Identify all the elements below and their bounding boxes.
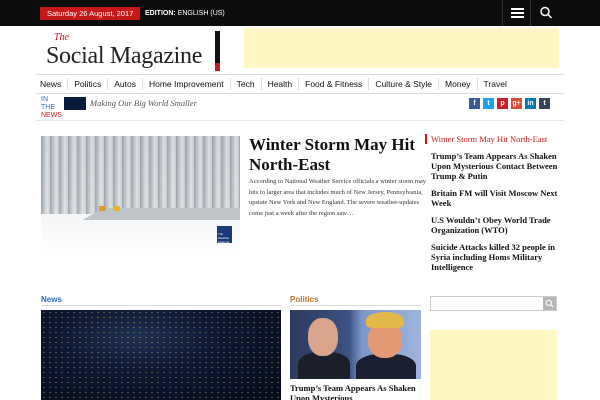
search-input[interactable] xyxy=(431,297,543,310)
divider xyxy=(36,120,564,121)
hamburger-menu-icon-bar xyxy=(511,12,524,14)
nav-item-culture-style[interactable]: Culture & Style xyxy=(369,78,440,90)
logo-name: Social Magazine xyxy=(46,43,203,69)
featured-image-trees xyxy=(41,136,240,214)
side-headline-item[interactable]: Britain FM will Visit Moscow Next Week xyxy=(431,188,561,208)
weather-channel-logo: The Weather Channel xyxy=(217,226,232,244)
edition-value: ENGLISH (US) xyxy=(177,10,225,17)
featured-excerpt: According to National Weather Service of… xyxy=(249,178,427,217)
pinterest-icon[interactable]: p xyxy=(497,98,508,109)
featured-image-car xyxy=(99,206,106,211)
edition-label: EDITION: xyxy=(145,10,176,17)
side-headline-item[interactable]: Suicide Attacks killed 32 people in Syri… xyxy=(431,242,561,272)
featured-image-road xyxy=(82,208,240,220)
header-ad-banner[interactable] xyxy=(244,28,559,68)
main-nav: News Politics Autos Home Improvement Tec… xyxy=(36,74,564,94)
logo-bar xyxy=(215,31,220,71)
sidebar-ad-banner[interactable] xyxy=(430,330,557,400)
news-image-lights xyxy=(41,310,281,400)
nav-item-health[interactable]: Health xyxy=(262,78,300,90)
ticker-label-line2: THE xyxy=(41,104,55,111)
linkedin-icon[interactable]: in xyxy=(525,98,536,109)
featured-image-car xyxy=(113,206,120,211)
featured-image[interactable]: The Weather Channel xyxy=(41,136,240,253)
date-badge: Saturday 26 August, 2017 xyxy=(40,7,141,20)
hamburger-menu-icon xyxy=(511,8,524,10)
nav-item-politics[interactable]: Politics xyxy=(68,78,109,90)
nav-item-home-improvement[interactable]: Home Improvement xyxy=(143,78,231,90)
nav-item-autos[interactable]: Autos xyxy=(108,78,143,90)
side-headlines: Winter Storm May Hit North-East Trump’s … xyxy=(425,134,561,279)
nav-item-money[interactable]: Money xyxy=(439,78,478,90)
tumblr-icon[interactable]: t xyxy=(539,98,550,109)
politics-headline[interactable]: Trump’s Team Appears As Shaken Upon Myst… xyxy=(290,383,421,400)
ticker-label-line3: NEWS xyxy=(41,112,62,119)
search-button[interactable] xyxy=(530,0,560,26)
search-icon xyxy=(540,6,553,19)
search-submit-button[interactable] xyxy=(543,297,556,310)
politics-image[interactable] xyxy=(290,310,421,379)
logo-the: The xyxy=(54,32,69,43)
nav-item-news[interactable]: News xyxy=(36,78,69,90)
section-divider xyxy=(290,305,421,306)
twitter-icon[interactable]: t xyxy=(483,98,494,109)
side-headline-item[interactable]: Trump’s Team Appears As Shaken Upon Myst… xyxy=(431,151,561,181)
top-bar: Saturday 26 August, 2017 EDITION: ENGLIS… xyxy=(0,0,600,26)
politics-image-figure xyxy=(308,318,338,356)
ticker-label-line1: IN xyxy=(41,96,48,103)
side-headline-item[interactable]: Winter Storm May Hit North-East xyxy=(425,134,561,144)
google-plus-icon[interactable]: g+ xyxy=(511,98,522,109)
featured-title[interactable]: Winter Storm May Hit North-East xyxy=(249,135,427,175)
menu-button[interactable] xyxy=(502,0,530,26)
ticker-headline[interactable]: Making Our Big World Smaller xyxy=(90,98,197,108)
sidebar-search xyxy=(430,296,557,311)
nav-item-travel[interactable]: Travel xyxy=(478,78,513,90)
news-image[interactable] xyxy=(41,310,281,400)
ticker-thumbnail[interactable] xyxy=(64,97,86,110)
edition-selector[interactable]: EDITION: ENGLISH (US) xyxy=(145,7,225,20)
section-heading-news[interactable]: News xyxy=(41,295,62,304)
section-divider xyxy=(41,305,281,306)
politics-image-figure xyxy=(298,352,350,379)
side-headline-item[interactable]: U.S Wouldn’t Obey World Trade Organizati… xyxy=(431,215,561,235)
social-links: f t p g+ in t xyxy=(469,98,550,109)
nav-item-food-fitness[interactable]: Food & Fitness xyxy=(299,78,370,90)
section-heading-politics[interactable]: Politics xyxy=(290,295,318,304)
search-icon xyxy=(545,299,554,308)
nav-item-tech[interactable]: Tech xyxy=(231,78,262,90)
in-the-news-label: IN THE NEWS xyxy=(41,96,62,120)
facebook-icon[interactable]: f xyxy=(469,98,480,109)
hamburger-menu-icon-bar xyxy=(511,16,524,18)
politics-image-figure xyxy=(366,312,404,328)
site-logo[interactable]: The Social Magazine xyxy=(40,31,225,71)
